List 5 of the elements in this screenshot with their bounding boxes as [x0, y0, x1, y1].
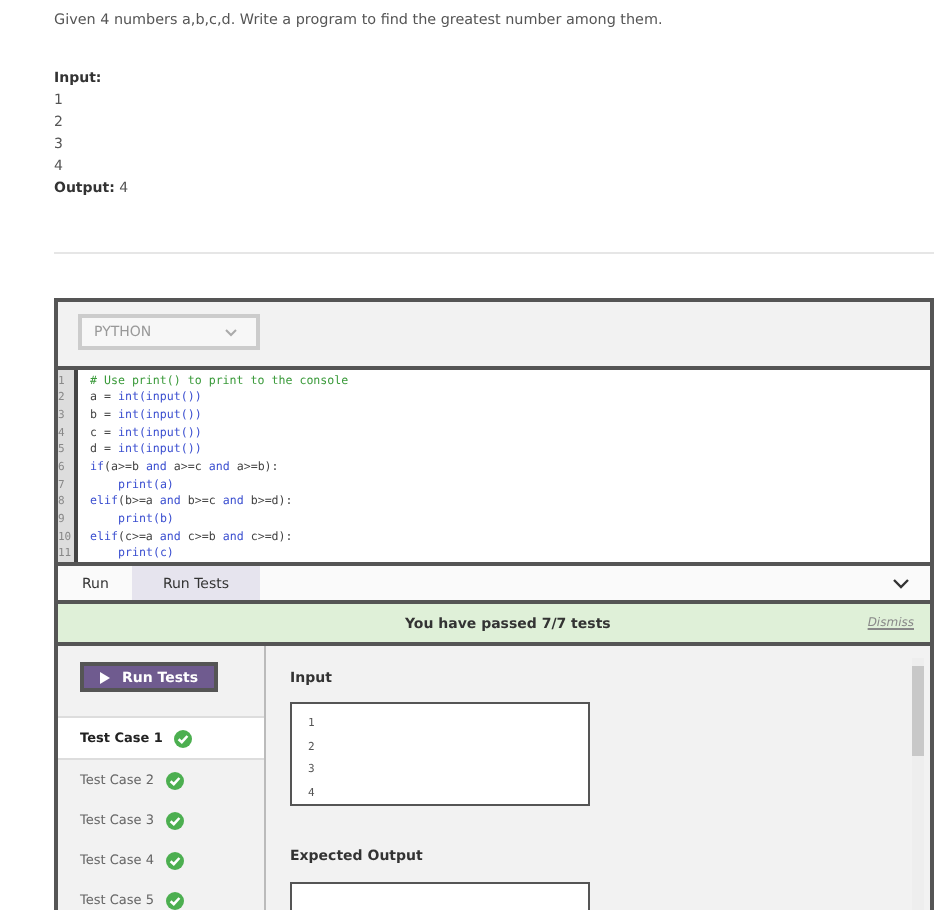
chevron-down-icon — [224, 327, 238, 337]
play-icon — [100, 671, 110, 683]
scrollbar-thumb[interactable] — [912, 666, 924, 756]
scrollbar[interactable] — [912, 658, 924, 910]
chevron-down-icon — [892, 577, 910, 590]
